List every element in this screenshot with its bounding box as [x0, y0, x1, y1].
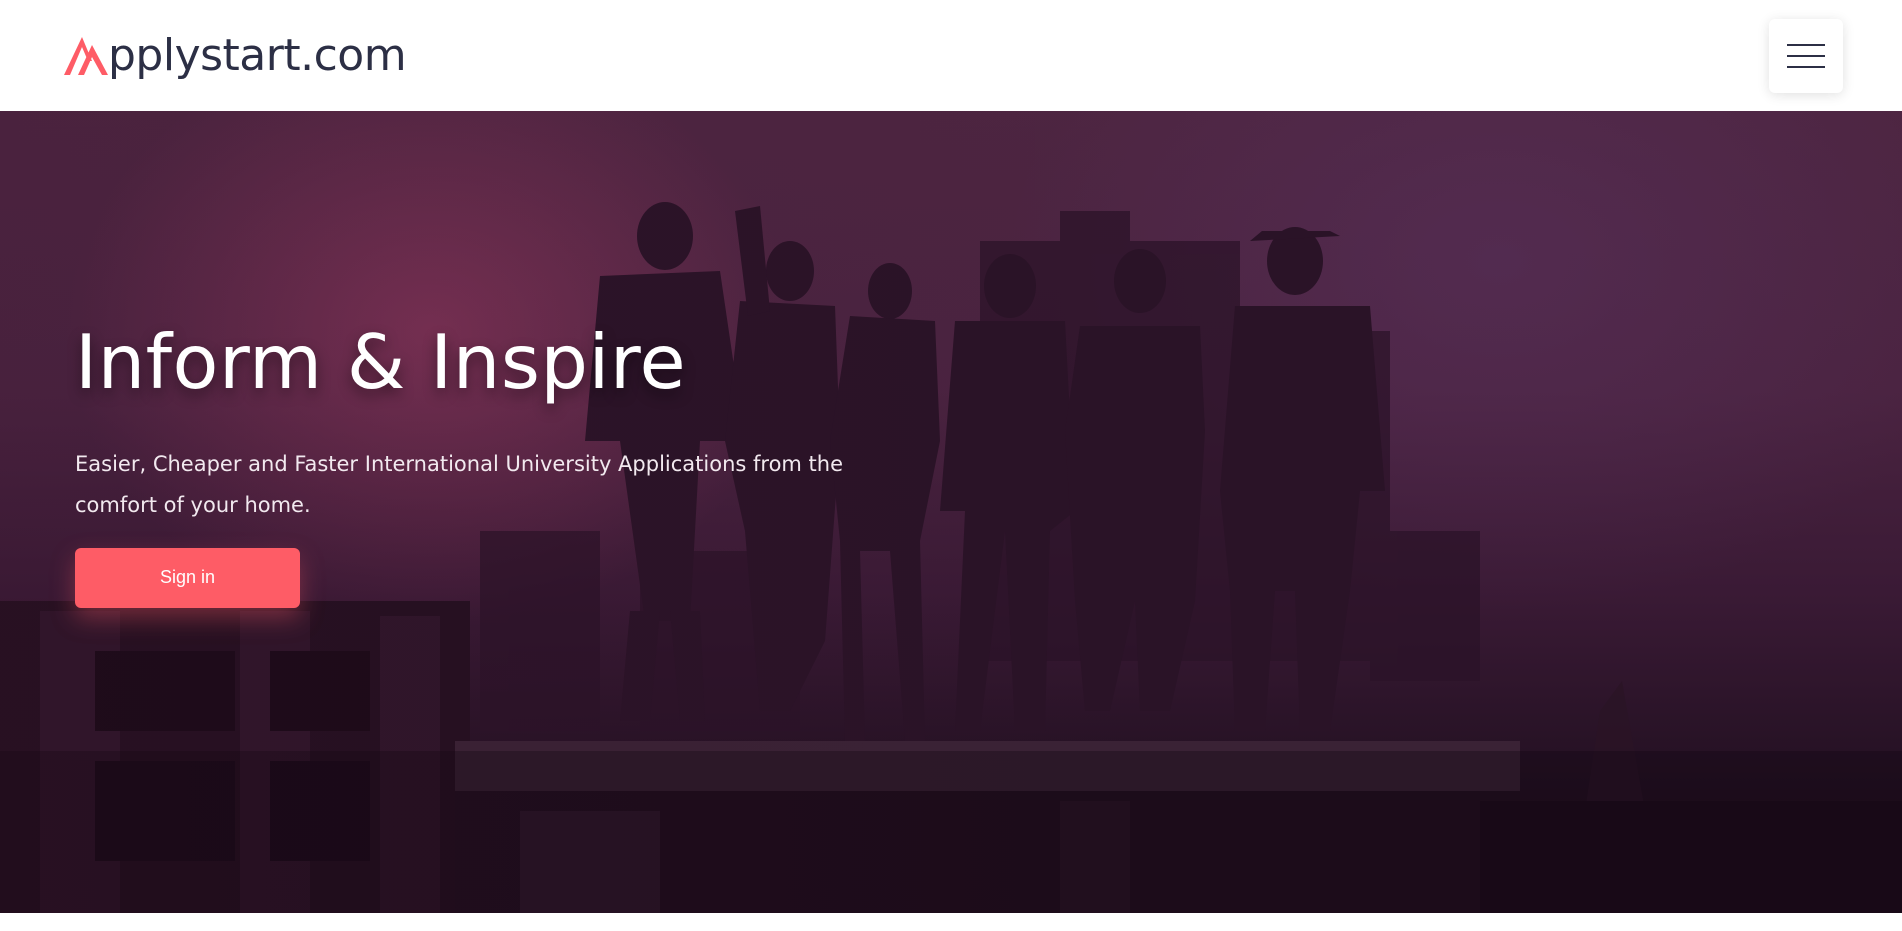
hero-content: Inform & Inspire Easier, Cheaper and Fas…: [75, 321, 895, 608]
hero-subtitle: Easier, Cheaper and Faster International…: [75, 451, 844, 517]
brand-name: pplystart.com: [108, 29, 407, 81]
hero-section: Inform & Inspire Easier, Cheaper and Fas…: [0, 111, 1902, 913]
sign-in-button[interactable]: Sign in: [75, 547, 300, 608]
page-below-hero: [0, 913, 1902, 931]
hamburger-icon-line: [1787, 54, 1825, 57]
hero-title: Inform & Inspire: [75, 318, 687, 406]
hamburger-icon: [1787, 43, 1825, 46]
logo-mark-icon: [64, 36, 108, 75]
hamburger-icon-line: [1787, 65, 1825, 68]
menu-button[interactable]: [1769, 18, 1843, 93]
brand-logo[interactable]: pplystart.com: [62, 26, 407, 86]
navbar: pplystart.com: [0, 0, 1902, 111]
